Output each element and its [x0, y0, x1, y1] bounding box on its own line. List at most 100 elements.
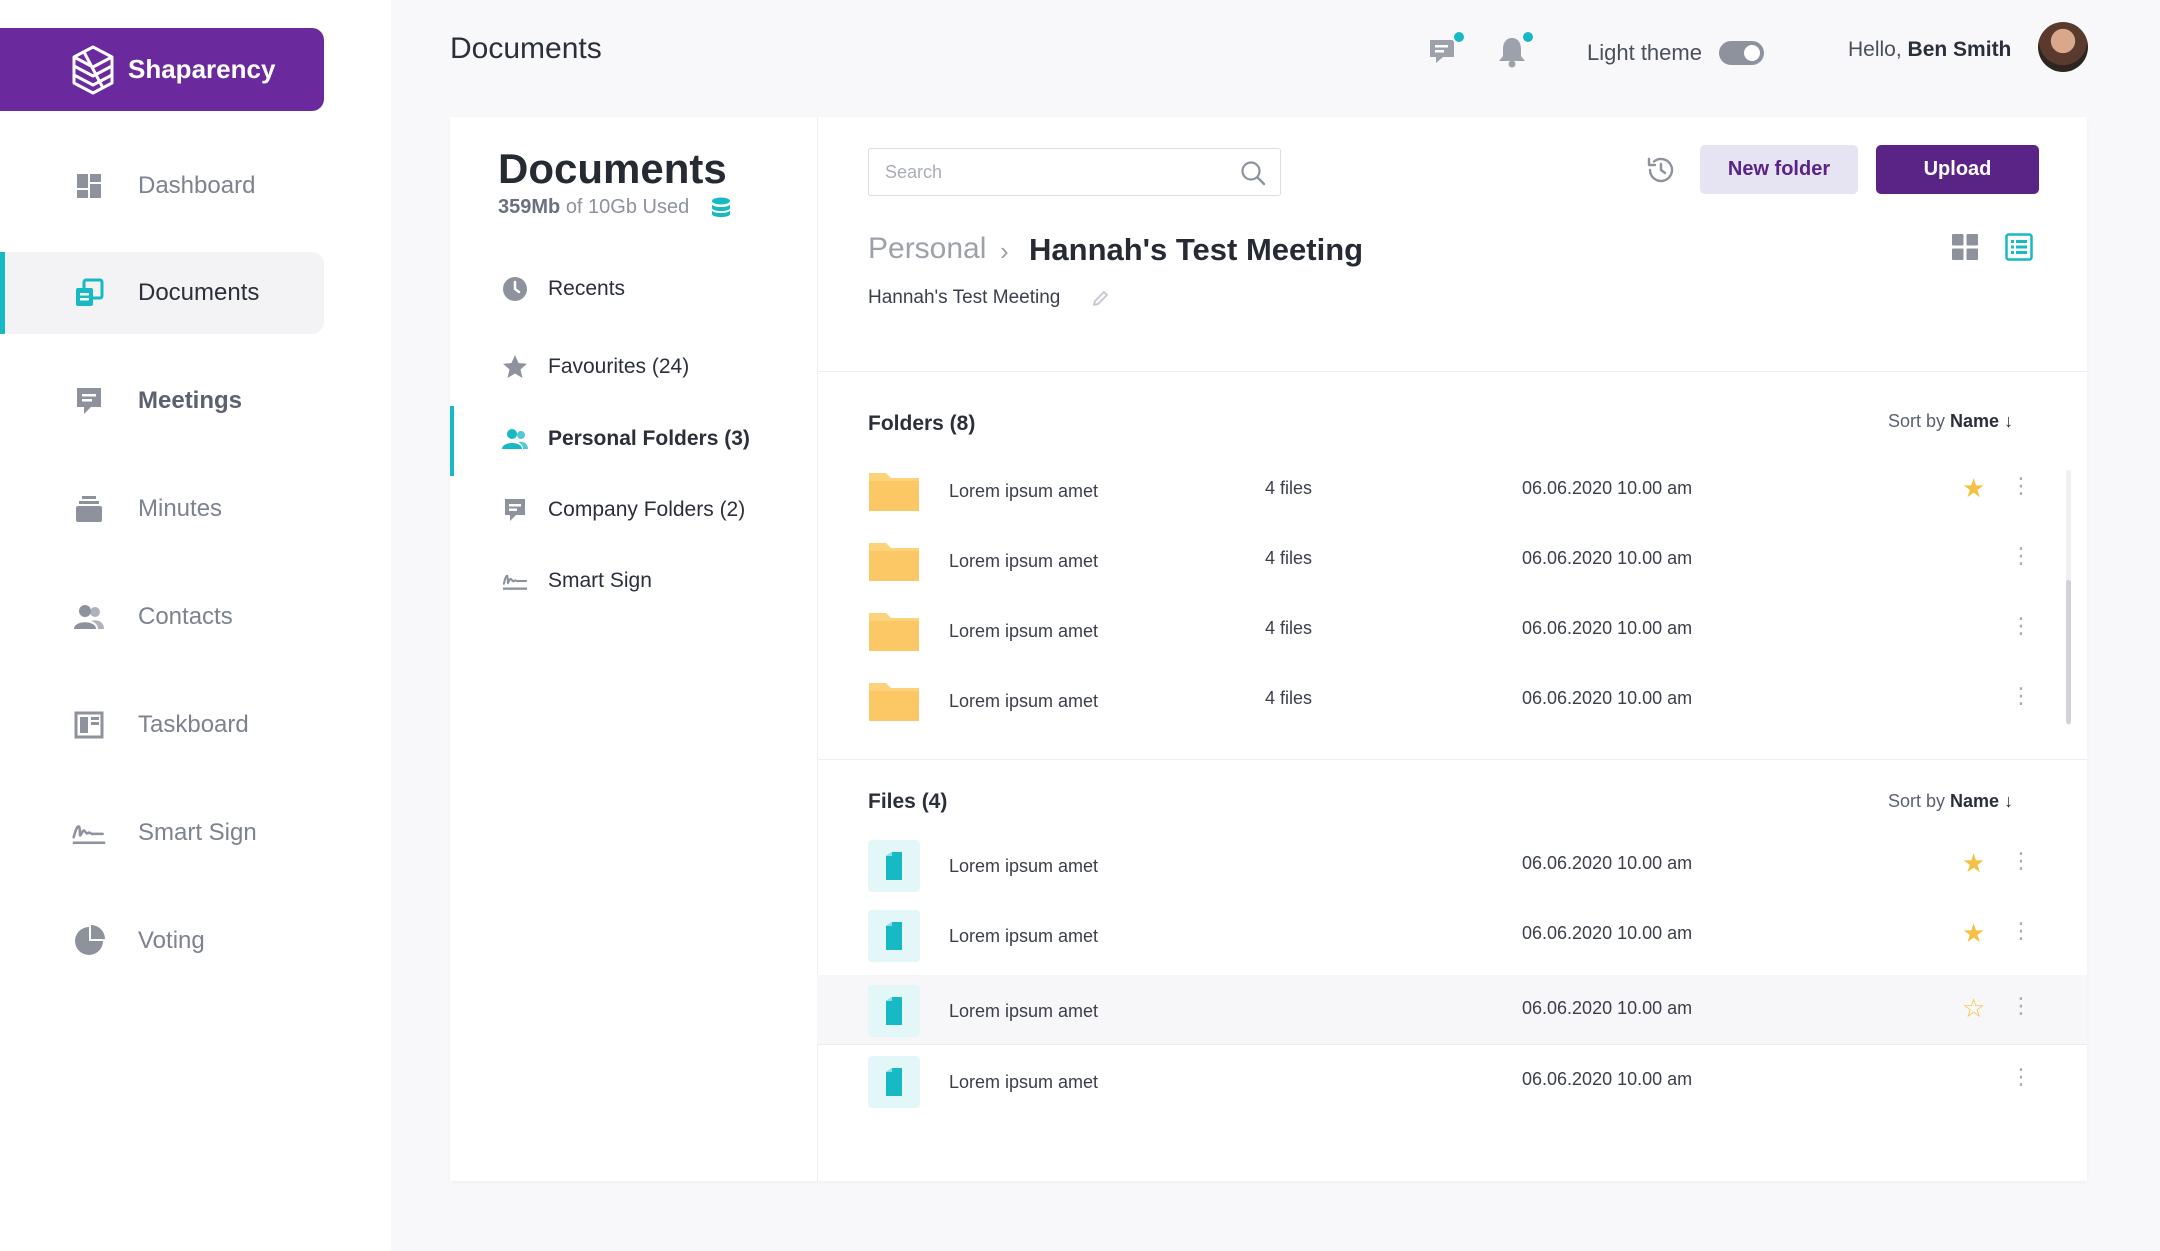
divider	[817, 371, 2087, 372]
menu-label: Recents	[548, 277, 626, 300]
brand-logo[interactable]: Shaparency	[0, 28, 324, 111]
folder-file-count: 4 files	[1265, 688, 1313, 708]
theme-label: Light theme	[1587, 40, 1702, 65]
more-vertical-icon[interactable]: ⋮	[2010, 919, 2032, 943]
menu-company-folders[interactable]: Company Folders (2)	[450, 477, 817, 543]
notifications-button[interactable]	[1497, 30, 1535, 70]
list-view-icon[interactable]	[2005, 233, 2033, 266]
folder-icon	[868, 605, 920, 655]
sidebar-item-meetings[interactable]: Meetings	[0, 360, 324, 442]
folder-row[interactable]: Lorem ipsum amet 4 files 06.06.2020 10.0…	[817, 665, 2087, 735]
folder-file-count: 4 files	[1265, 548, 1313, 568]
file-icon	[868, 985, 920, 1037]
sidebar-item-minutes[interactable]: Minutes	[0, 468, 324, 550]
sidebar-item-voting[interactable]: Voting	[0, 900, 324, 982]
notifications-badge	[1521, 30, 1535, 44]
clock-icon	[502, 276, 528, 302]
brand-name: Shaparency	[128, 54, 276, 84]
storage-total: of 10Gb Used	[565, 196, 690, 218]
file-row-hovered[interactable]: Lorem ipsum amet 06.06.2020 10.00 am ☆ ⋮	[817, 975, 2087, 1045]
file-row[interactable]: Lorem ipsum amet 06.06.2020 10.00 am ★ ⋮	[817, 830, 2087, 900]
file-name: Lorem ipsum amet	[949, 1001, 1099, 1021]
database-icon	[710, 197, 732, 226]
folders-heading: Folders (8)	[868, 412, 976, 435]
sort-prefix: Sort by	[1888, 411, 1946, 431]
menu-personal-folders[interactable]: Personal Folders (3)	[450, 406, 817, 476]
more-vertical-icon[interactable]: ⋮	[2010, 614, 2032, 638]
sidebar-item-label: Minutes	[138, 495, 223, 522]
avatar[interactable]	[2038, 22, 2088, 72]
menu-favourites[interactable]: Favourites (24)	[450, 334, 817, 400]
sidebar-item-contacts[interactable]: Contacts	[0, 576, 324, 658]
file-row[interactable]: Lorem ipsum amet 06.06.2020 10.00 am ⋮	[817, 1046, 2087, 1116]
menu-label: Company Folders (2)	[548, 498, 746, 521]
more-vertical-icon[interactable]: ⋮	[2010, 544, 2032, 568]
file-icon	[868, 1056, 920, 1108]
page-title: Documents	[450, 32, 602, 65]
folder-caption: Hannah's Test Meeting	[868, 287, 1061, 308]
menu-smart-sign[interactable]: Smart Sign	[450, 548, 817, 614]
file-date: 06.06.2020 10.00 am	[1522, 853, 1693, 873]
minutes-icon	[72, 492, 106, 526]
grid-view-icon[interactable]	[1951, 233, 1979, 266]
folder-row[interactable]: Lorem ipsum amet 4 files 06.06.2020 10.0…	[817, 525, 2087, 595]
folder-date: 06.06.2020 10.00 am	[1522, 618, 1693, 638]
file-row[interactable]: Lorem ipsum amet 06.06.2020 10.00 am ★ ⋮	[817, 900, 2087, 970]
folder-icon	[868, 675, 920, 725]
folder-file-count: 4 files	[1265, 618, 1313, 638]
storage-used: 359Mb	[498, 196, 561, 218]
theme-toggle[interactable]	[1719, 41, 1764, 65]
search-input[interactable]: Search	[868, 148, 1281, 196]
files-heading: Files (4)	[868, 790, 948, 813]
sidebar-item-label: Documents	[138, 279, 260, 306]
user-greeting: Hello, Ben Smith	[1848, 38, 2011, 62]
folder-row[interactable]: Lorem ipsum amet 4 files 06.06.2020 10.0…	[817, 595, 2087, 665]
more-vertical-icon[interactable]: ⋮	[2010, 849, 2032, 873]
file-date: 06.06.2020 10.00 am	[1522, 1069, 1693, 1089]
folder-date: 06.06.2020 10.00 am	[1522, 478, 1693, 498]
user-name: Ben Smith	[1907, 38, 2012, 61]
history-icon[interactable]	[1645, 154, 1677, 191]
breadcrumb-personal[interactable]: Personal	[868, 232, 986, 266]
sidebar-item-smart-sign[interactable]: Smart Sign	[0, 792, 324, 874]
sidebar-item-documents[interactable]: Documents	[0, 252, 324, 334]
star-filled-icon[interactable]: ★	[1962, 850, 1985, 876]
more-vertical-icon[interactable]: ⋮	[2010, 994, 2032, 1018]
search-icon[interactable]	[1240, 160, 1266, 191]
folder-row[interactable]: Lorem ipsum amet 4 files 06.06.2020 10.0…	[817, 455, 2087, 525]
storage-usage: 359Mb of 10Gb Used	[498, 196, 689, 219]
folder-date: 06.06.2020 10.00 am	[1522, 548, 1693, 568]
file-icon	[868, 840, 920, 892]
upload-button[interactable]: Upload	[1876, 145, 2039, 194]
folders-sort[interactable]: Sort by Name ↓	[1888, 411, 2013, 432]
dashboard-icon	[72, 169, 106, 203]
more-vertical-icon[interactable]: ⋮	[2010, 474, 2032, 498]
star-outline-icon[interactable]: ☆	[1962, 995, 1985, 1021]
file-name: Lorem ipsum amet	[949, 1072, 1099, 1092]
star-filled-icon[interactable]: ★	[1962, 475, 1985, 501]
pencil-icon[interactable]	[1092, 289, 1110, 312]
sidebar-item-label: Voting	[138, 927, 205, 954]
menu-label: Favourites (24)	[548, 355, 690, 378]
files-sort[interactable]: Sort by Name ↓	[1888, 791, 2013, 812]
voting-icon	[72, 924, 106, 958]
documents-heading: Documents	[498, 145, 727, 192]
more-vertical-icon[interactable]: ⋮	[2010, 1065, 2032, 1089]
star-filled-icon[interactable]: ★	[1962, 920, 1985, 946]
divider	[817, 759, 2087, 760]
menu-label: Personal Folders (3)	[548, 427, 750, 450]
sort-field: Name ↓	[1950, 411, 2014, 431]
sidebar-item-taskboard[interactable]: Taskboard	[0, 684, 324, 766]
messages-button[interactable]	[1428, 30, 1466, 70]
folder-name: Lorem ipsum amet	[949, 551, 1099, 571]
new-folder-button[interactable]: New folder	[1700, 145, 1858, 194]
sidebar-item-dashboard[interactable]: Dashboard	[0, 145, 324, 227]
menu-recents[interactable]: Recents	[450, 256, 817, 322]
chevron-right-icon: ›	[1000, 236, 1009, 266]
file-date: 06.06.2020 10.00 am	[1522, 998, 1693, 1018]
star-icon	[502, 354, 528, 380]
scrollbar-thumb[interactable]	[2066, 580, 2071, 724]
more-vertical-icon[interactable]: ⋮	[2010, 684, 2032, 708]
file-name: Lorem ipsum amet	[949, 856, 1099, 876]
folder-name: Lorem ipsum amet	[949, 481, 1099, 501]
